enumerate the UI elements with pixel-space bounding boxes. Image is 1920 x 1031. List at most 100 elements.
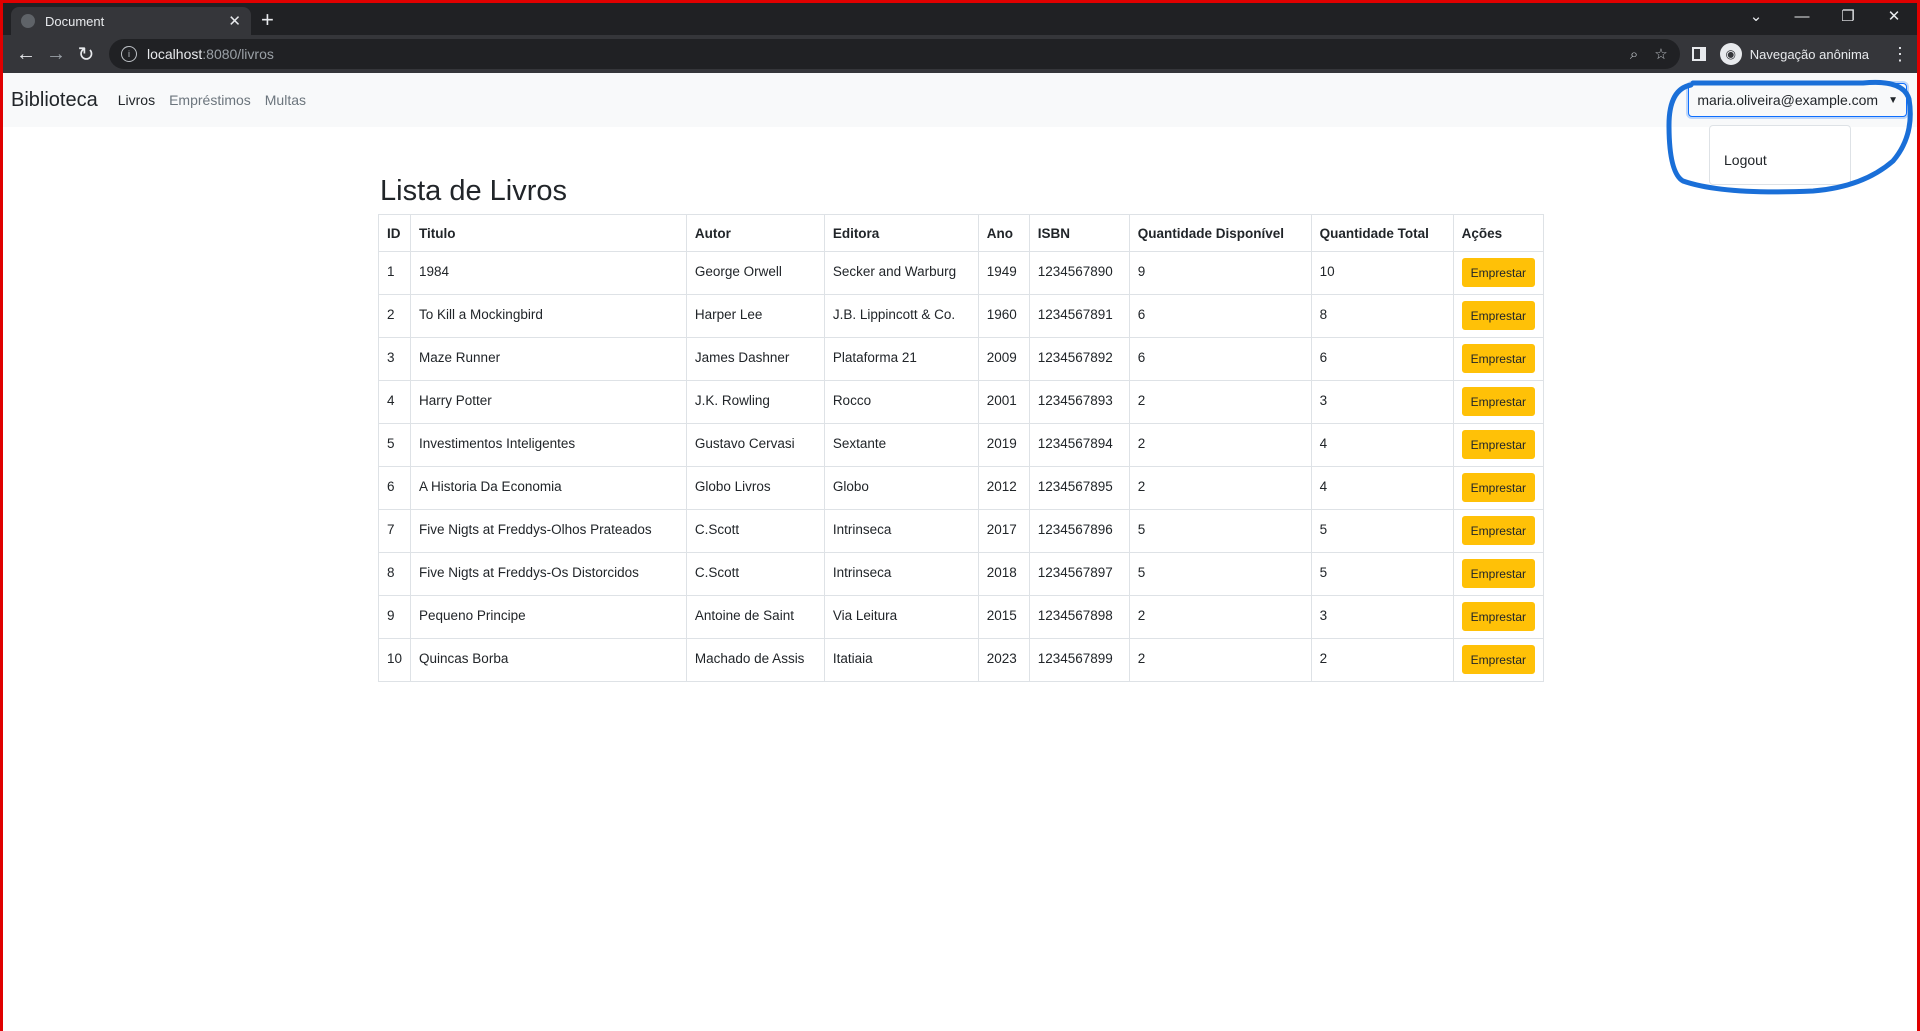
cell-ano: 2009 — [977, 337, 1030, 381]
incognito-label[interactable]: Navegação anônima — [1750, 47, 1869, 62]
nav-multas[interactable]: Multas — [265, 92, 306, 108]
cell-acoes: Emprestar — [1452, 380, 1545, 424]
reload-icon[interactable]: ↻ — [71, 39, 101, 69]
cell-acoes: Emprestar — [1452, 337, 1545, 381]
browser-menu-icon[interactable]: ⋮ — [1891, 44, 1909, 65]
books-table: ID Titulo Autor Editora Ano ISBN Quantid… — [377, 214, 1545, 682]
table-row: 7 Five Nigts at Freddys-Olhos Prateados C.… — [377, 509, 1545, 553]
cell-ano: 2012 — [977, 466, 1030, 510]
emprestar-button[interactable]: Emprestar — [1461, 602, 1535, 631]
restore-icon[interactable]: ❐ — [1825, 3, 1871, 31]
emprestar-button[interactable]: Emprestar — [1461, 516, 1535, 545]
cell-id: 9 — [377, 595, 412, 639]
cell-id: 3 — [377, 337, 412, 381]
col-isbn: ISBN — [1028, 214, 1130, 252]
table-row: 5 Investimentos Inteligentes Gustavo Cerva… — [377, 423, 1545, 467]
cell-autor: James Dashner — [685, 337, 825, 381]
cell-acoes: Emprestar — [1452, 552, 1545, 596]
nav-emprestimos[interactable]: Empréstimos — [169, 92, 251, 108]
cell-qtd-disponivel: 5 — [1128, 509, 1312, 553]
col-acoes: Ações — [1452, 214, 1545, 252]
cell-qtd-total: 5 — [1310, 552, 1454, 596]
cell-editora: Sextante — [823, 423, 979, 467]
cell-ano: 2023 — [977, 638, 1030, 682]
cell-qtd-disponivel: 2 — [1128, 638, 1312, 682]
user-dropdown-toggle[interactable]: maria.oliveira@example.com ▼ — [1688, 83, 1907, 117]
forward-icon[interactable]: → — [41, 39, 71, 69]
emprestar-button[interactable]: Emprestar — [1461, 344, 1535, 373]
cell-ano: 2019 — [977, 423, 1030, 467]
col-qtd-total: Quantidade Total — [1310, 214, 1454, 252]
window-controls: ⌄ — ❐ ✕ — [1733, 3, 1917, 31]
col-qtd-disponivel: Quantidade Disponível — [1128, 214, 1312, 252]
cell-autor: Harper Lee — [685, 294, 825, 338]
emprestar-button[interactable]: Emprestar — [1461, 301, 1535, 330]
cell-qtd-total: 2 — [1310, 638, 1454, 682]
side-panel-icon[interactable] — [1691, 47, 1706, 61]
nav-livros[interactable]: Livros — [118, 92, 155, 108]
cell-titulo: 1984 — [410, 251, 687, 295]
site-info-icon[interactable]: i — [121, 46, 137, 62]
globe-icon — [21, 14, 35, 28]
cell-id: 7 — [377, 509, 412, 553]
cell-ano: 1960 — [977, 294, 1030, 338]
cell-ano: 2018 — [977, 552, 1030, 596]
cell-qtd-disponivel: 6 — [1128, 337, 1312, 381]
back-icon[interactable]: ← — [11, 39, 41, 69]
cell-id: 5 — [377, 423, 412, 467]
cell-editora: Via Leitura — [823, 595, 979, 639]
cell-acoes: Emprestar — [1452, 251, 1545, 295]
logout-item[interactable]: Logout — [1710, 152, 1850, 168]
browser-tabstrip: Document ✕ + ⌄ — ❐ ✕ — [3, 3, 1917, 35]
emprestar-button[interactable]: Emprestar — [1461, 387, 1535, 416]
cell-isbn: 1234567896 — [1028, 509, 1130, 553]
cell-autor: Machado de Assis — [685, 638, 825, 682]
table-row: 8 Five Nigts at Freddys-Os Distorcidos C.S… — [377, 552, 1545, 596]
cell-isbn: 1234567893 — [1028, 380, 1130, 424]
table-row: 2 To Kill a Mockingbird Harper Lee J.B. Lip… — [377, 294, 1545, 338]
cell-id: 1 — [377, 251, 412, 295]
incognito-icon[interactable]: ◉ — [1719, 43, 1742, 65]
cell-qtd-total: 3 — [1310, 595, 1454, 639]
tab-search-icon[interactable]: ⌄ — [1733, 3, 1779, 31]
cell-id: 8 — [377, 552, 412, 596]
col-editora: Editora — [823, 214, 979, 252]
zoom-icon[interactable]: ⌕ — [1630, 46, 1638, 63]
close-tab-icon[interactable]: ✕ — [228, 12, 241, 30]
cell-autor: J.K. Rowling — [685, 380, 825, 424]
emprestar-button[interactable]: Emprestar — [1461, 258, 1535, 287]
table-row: 4 Harry Potter J.K. Rowling Rocco 2001 123456… — [377, 380, 1545, 424]
cell-qtd-disponivel: 2 — [1128, 380, 1312, 424]
cell-titulo: Pequeno Principe — [410, 595, 687, 639]
cell-qtd-disponivel: 2 — [1128, 466, 1312, 510]
cell-titulo: Harry Potter — [410, 380, 687, 424]
cell-editora: Globo — [823, 466, 979, 510]
cell-titulo: Maze Runner — [410, 337, 687, 381]
bookmark-star-icon[interactable]: ☆ — [1654, 45, 1667, 63]
cell-id: 4 — [377, 380, 412, 424]
cell-isbn: 1234567891 — [1028, 294, 1130, 338]
table-row: 6A Historia Da Economia Globo Livros Globo… — [377, 466, 1545, 510]
emprestar-button[interactable]: Emprestar — [1461, 559, 1535, 588]
cell-acoes: Emprestar — [1452, 638, 1545, 682]
cell-acoes: Emprestar — [1452, 294, 1545, 338]
cell-acoes: Emprestar — [1452, 595, 1545, 639]
close-window-icon[interactable]: ✕ — [1871, 3, 1917, 31]
emprestar-button[interactable]: Emprestar — [1461, 430, 1535, 459]
cell-qtd-total: 4 — [1310, 466, 1454, 510]
minimize-icon[interactable]: — — [1779, 3, 1825, 31]
cell-titulo: To Kill a Mockingbird — [410, 294, 687, 338]
cell-id: 10 — [377, 638, 412, 682]
emprestar-button[interactable]: Emprestar — [1461, 473, 1535, 502]
emprestar-button[interactable]: Emprestar — [1461, 645, 1535, 674]
address-bar[interactable]: i localhost:8080/livros ⌕ ☆ — [109, 39, 1680, 69]
cell-qtd-disponivel: 2 — [1128, 423, 1312, 467]
table-header-row: ID Titulo Autor Editora Ano ISBN Quantid… — [377, 214, 1545, 252]
brand-logo[interactable]: Biblioteca — [11, 89, 98, 112]
url-host: localhost — [147, 46, 203, 62]
user-email: maria.oliveira@example.com — [1697, 92, 1879, 108]
browser-tab[interactable]: Document ✕ — [11, 7, 251, 35]
new-tab-icon[interactable]: + — [261, 7, 274, 33]
cell-ano: 2015 — [977, 595, 1030, 639]
tab-title: Document — [45, 13, 105, 29]
